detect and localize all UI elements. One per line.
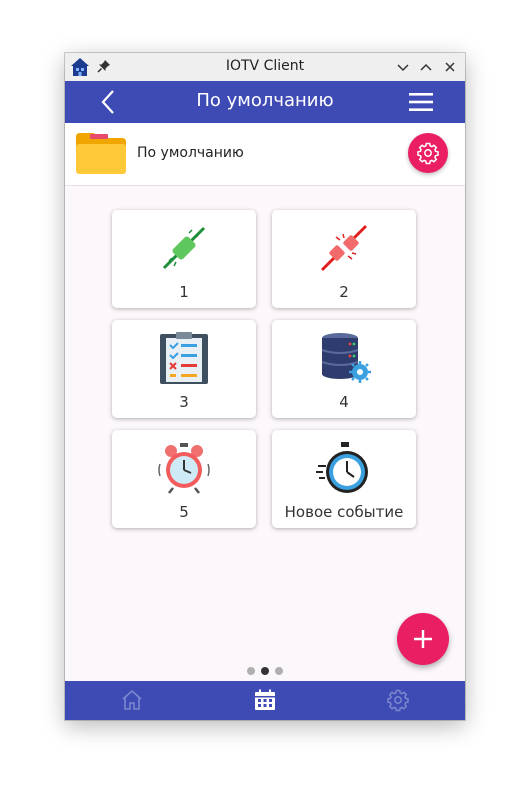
page-indicator-dot-1[interactable] xyxy=(247,667,255,675)
tile-event-4[interactable]: 4 xyxy=(272,320,416,418)
tile-event-3[interactable]: 3 xyxy=(112,320,256,418)
minimize-button[interactable] xyxy=(395,59,411,75)
plus-icon xyxy=(414,630,432,648)
plug-disconnected-icon xyxy=(320,224,368,272)
group-name: По умолчанию xyxy=(137,145,244,161)
gear-icon xyxy=(417,142,439,165)
maximize-button[interactable] xyxy=(418,59,434,75)
app-bar: По умолчанию xyxy=(65,81,465,123)
page-indicator-dot-3[interactable] xyxy=(275,667,283,675)
nav-home-button[interactable] xyxy=(65,681,198,720)
tile-new-event[interactable]: Новое событие xyxy=(272,430,416,528)
stopwatch-icon xyxy=(316,442,368,493)
tile-label: 2 xyxy=(339,283,349,301)
close-button[interactable] xyxy=(442,59,458,75)
home-icon xyxy=(122,689,142,710)
group-settings-button[interactable] xyxy=(408,133,448,173)
page-title: По умолчанию xyxy=(196,90,334,111)
settings-icon xyxy=(387,689,409,712)
tile-label: Новое событие xyxy=(284,503,404,521)
calendar-icon xyxy=(255,689,275,710)
tile-label: 3 xyxy=(179,393,189,411)
folder-icon xyxy=(76,133,126,174)
group-header: По умолчанию xyxy=(65,123,465,186)
window-titlebar: IOTV Client xyxy=(65,53,465,82)
nav-settings-button[interactable] xyxy=(331,681,464,720)
page-indicator-dot-2[interactable] xyxy=(261,667,269,675)
hamburger-menu-button[interactable] xyxy=(408,91,434,113)
alarm-clock-icon xyxy=(158,443,210,494)
tile-event-2[interactable]: 2 xyxy=(272,210,416,308)
nav-calendar-button[interactable] xyxy=(198,681,331,720)
add-event-button[interactable] xyxy=(397,613,449,665)
tile-label: 1 xyxy=(179,283,189,301)
bottom-navigation xyxy=(65,681,465,720)
app-window: IOTV Client По умолчанию По умолчанию 1 … xyxy=(65,53,465,720)
tile-label: 5 xyxy=(179,503,189,521)
tile-label: 4 xyxy=(339,393,349,411)
tile-event-5[interactable]: 5 xyxy=(112,430,256,528)
plug-connected-icon xyxy=(162,226,206,270)
database-settings-icon xyxy=(321,333,371,383)
clipboard-checklist-icon xyxy=(160,332,208,384)
tile-event-1[interactable]: 1 xyxy=(112,210,256,308)
